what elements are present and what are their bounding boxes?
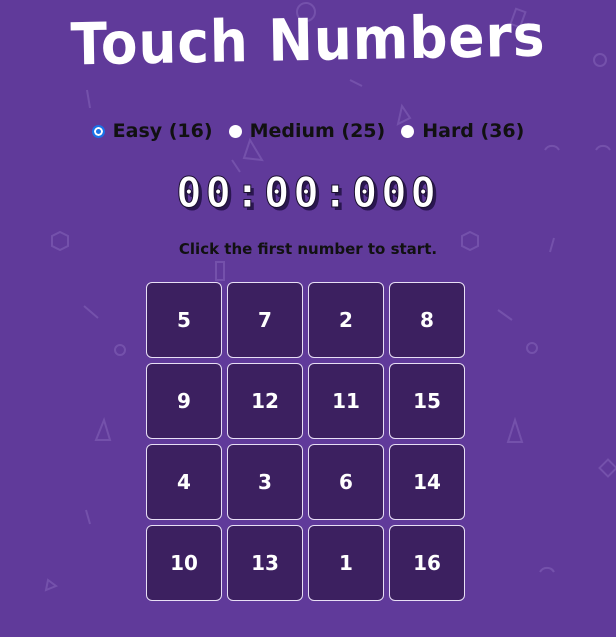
number-tile[interactable]: 11 <box>308 363 384 439</box>
number-tile[interactable]: 8 <box>389 282 465 358</box>
radio-hard[interactable] <box>401 124 415 138</box>
mode-hard[interactable]: Hard (36) <box>401 120 524 142</box>
mode-medium-label: Medium (25) <box>249 120 386 142</box>
radio-medium[interactable] <box>228 124 242 138</box>
mode-easy-label: Easy (16) <box>112 120 213 142</box>
number-tile[interactable]: 2 <box>308 282 384 358</box>
number-tile[interactable]: 5 <box>146 282 222 358</box>
mode-hard-label: Hard (36) <box>422 120 525 142</box>
number-tile[interactable]: 15 <box>389 363 465 439</box>
mode-medium[interactable]: Medium (25) <box>228 120 386 142</box>
number-grid: 5 7 2 8 9 12 11 15 4 3 6 14 10 13 1 16 <box>146 282 466 602</box>
number-tile[interactable]: 1 <box>308 525 384 601</box>
number-tile[interactable]: 4 <box>146 444 222 520</box>
number-tile[interactable]: 13 <box>227 525 303 601</box>
number-tile[interactable]: 6 <box>308 444 384 520</box>
radio-easy[interactable] <box>91 124 105 138</box>
number-tile[interactable]: 7 <box>227 282 303 358</box>
number-tile[interactable]: 12 <box>227 363 303 439</box>
number-tile[interactable]: 16 <box>389 525 465 601</box>
timer-display: 00:00:000 <box>176 168 440 218</box>
number-tile[interactable]: 10 <box>146 525 222 601</box>
number-tile[interactable]: 14 <box>389 444 465 520</box>
mode-easy[interactable]: Easy (16) <box>91 120 213 142</box>
difficulty-selector: Easy (16) Medium (25) Hard (36) <box>0 120 616 142</box>
number-tile[interactable]: 3 <box>227 444 303 520</box>
status-message: Click the first number to start. <box>178 240 438 258</box>
number-tile[interactable]: 9 <box>146 363 222 439</box>
game-title: Touch Numbers <box>70 1 546 79</box>
